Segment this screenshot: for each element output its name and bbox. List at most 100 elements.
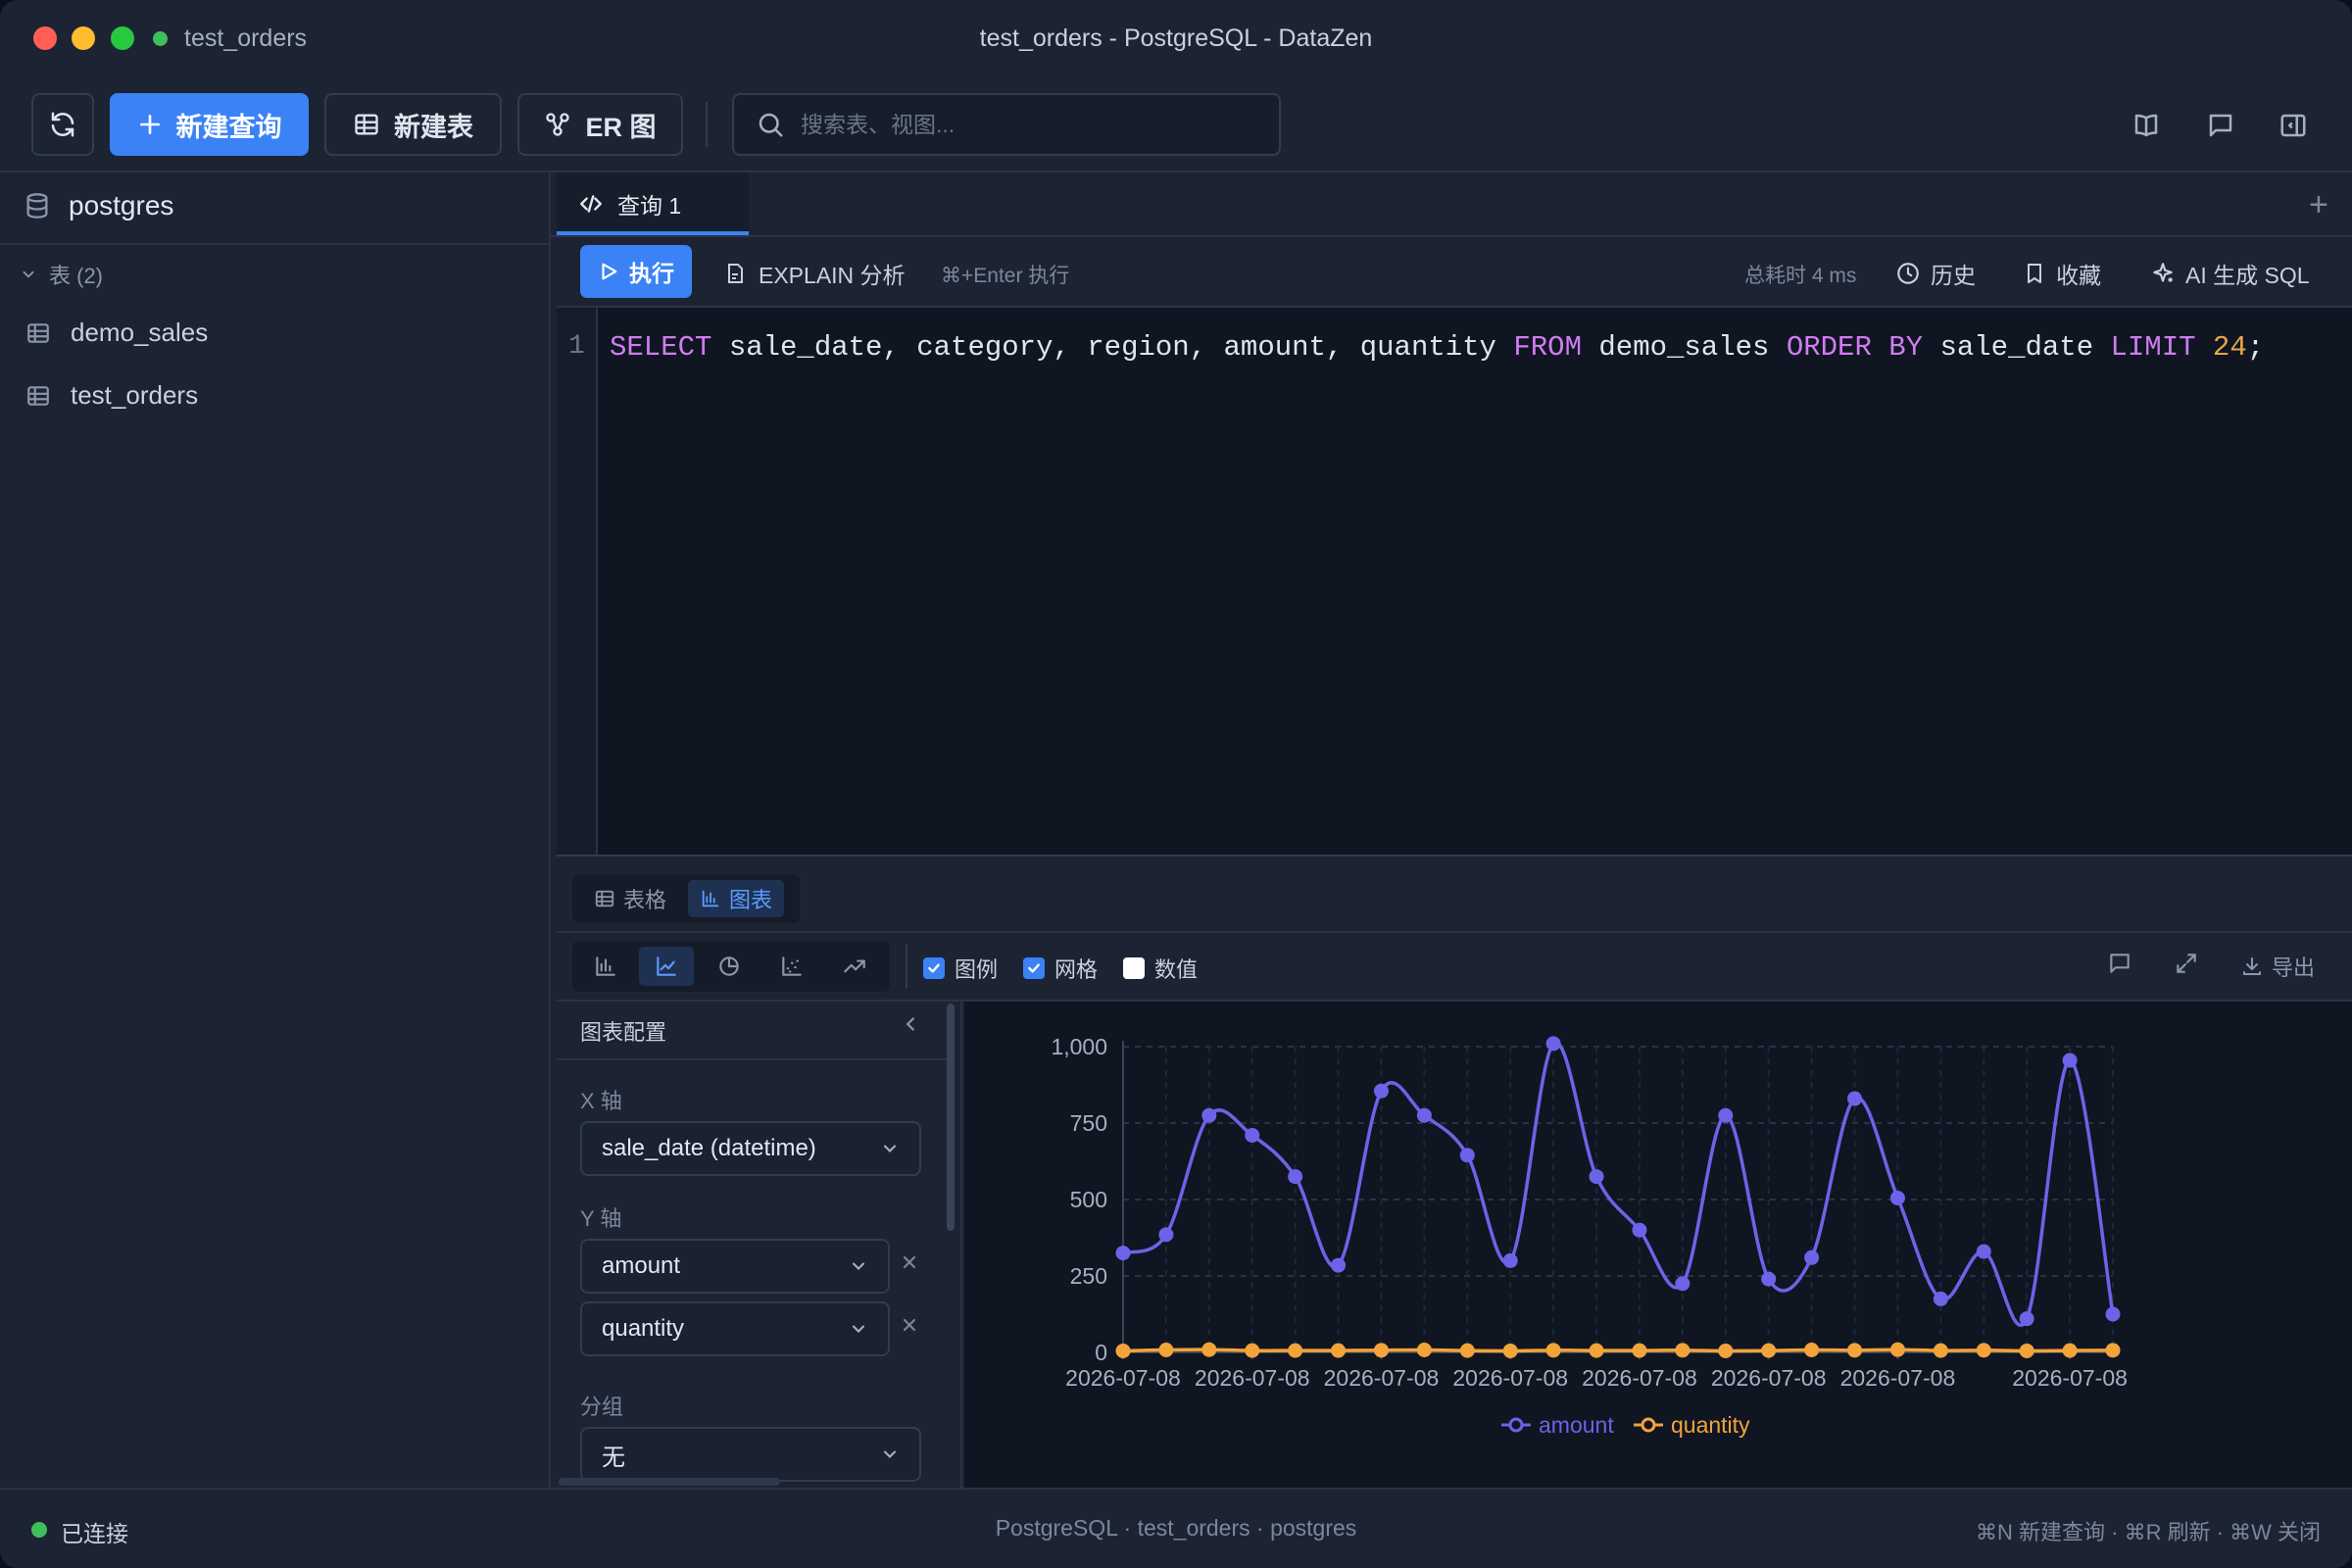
sql-keyword: FROM — [1513, 331, 1582, 364]
y-axis-select-quantity[interactable]: quantity — [580, 1301, 890, 1356]
chart-type-pie[interactable] — [702, 947, 757, 986]
search-input[interactable] — [801, 111, 1251, 138]
legend-checkbox[interactable] — [923, 957, 945, 979]
er-diagram-button[interactable]: ER 图 — [517, 93, 683, 156]
data-point-quantity — [1416, 1343, 1432, 1358]
data-point-quantity — [1675, 1343, 1690, 1358]
x-tick-label: 2026-07-08 — [1452, 1365, 1568, 1391]
chart-type-trend[interactable] — [827, 947, 882, 986]
run-shortcut-hint: ⌘+Enter 执行 — [941, 265, 1070, 287]
elapsed-time: 总耗时 4 ms — [1744, 265, 1857, 287]
sql-code-line[interactable]: SELECT sale_date, category, region, amou… — [610, 331, 2264, 364]
values-checkbox[interactable] — [1123, 957, 1145, 979]
sidebar-separator — [0, 243, 549, 245]
grid-checkbox[interactable] — [1023, 957, 1045, 979]
chevron-down-icon — [883, 1145, 897, 1152]
window-title: test_orders - PostgreSQL - DataZen — [979, 24, 1373, 52]
data-point-amount — [1675, 1276, 1690, 1292]
chart-type-scatter[interactable] — [764, 947, 819, 986]
close-icon — [903, 1318, 916, 1332]
data-point-quantity — [1847, 1343, 1863, 1358]
export-button[interactable]: 导出 — [2240, 951, 2315, 982]
expand-icon — [2177, 954, 2196, 973]
y-axis-select-amount[interactable]: amount — [580, 1239, 890, 1294]
data-point-quantity — [1976, 1343, 1991, 1358]
series-line-quantity — [1122, 1348, 2114, 1353]
data-point-quantity — [1201, 1342, 1217, 1357]
close-icon — [903, 1255, 916, 1269]
config-chart-divider — [960, 1002, 962, 1490]
run-label: 执行 — [629, 261, 674, 286]
chart-comment-button[interactable] — [2107, 951, 2132, 976]
values-toggle[interactable]: 数值 — [1123, 953, 1198, 984]
new-tab-button[interactable]: + — [2309, 186, 2328, 224]
config-header-separator — [557, 1058, 947, 1060]
collapse-config-button[interactable] — [900, 1013, 921, 1040]
chat-icon — [2209, 114, 2232, 137]
data-point-amount — [1632, 1222, 1647, 1238]
favorites-button[interactable]: 收藏 — [2023, 257, 2101, 290]
data-point-quantity — [2105, 1343, 2121, 1358]
y-tick-label: 1,000 — [1051, 1034, 1107, 1059]
remove-amount-button[interactable] — [900, 1251, 919, 1279]
chart-config-title: 图表配置 — [580, 1020, 667, 1045]
group-select[interactable]: 无 — [580, 1427, 921, 1482]
x-axis-select[interactable]: sale_date (datetime) — [580, 1121, 921, 1176]
tab-query-1[interactable]: 查询 1 — [557, 172, 749, 235]
database-item[interactable]: postgres — [24, 190, 173, 221]
explain-button[interactable]: EXPLAIN 分析 — [723, 257, 906, 290]
y-tick-label: 250 — [1070, 1263, 1107, 1289]
sidebar — [0, 172, 549, 1490]
data-point-amount — [1158, 1227, 1174, 1243]
chart-type-line[interactable] — [639, 947, 694, 986]
data-point-amount — [2062, 1053, 2078, 1068]
sidebar-item-demo-sales[interactable]: demo_sales — [25, 318, 208, 348]
x-tick-label: 2026-07-08 — [1324, 1365, 1440, 1391]
line-number: 1 — [568, 331, 585, 362]
chart-type-bar[interactable] — [578, 947, 633, 986]
legend-toggle[interactable]: 图例 — [923, 953, 998, 984]
grid-toggle[interactable]: 网格 — [1023, 953, 1098, 984]
ai-generate-sql-button[interactable]: AI 生成 SQL — [2150, 257, 2310, 290]
app-window: test_orders test_orders - PostgreSQL - D… — [0, 0, 2352, 1568]
tables-section-toggle[interactable]: 表 (2) — [20, 259, 103, 290]
y-axis-label: Y 轴 — [580, 1206, 622, 1231]
data-point-amount — [1545, 1036, 1561, 1052]
refresh-button[interactable] — [31, 93, 94, 156]
sql-keyword: ORDER BY — [1786, 331, 1924, 364]
feedback-button[interactable] — [2201, 106, 2240, 145]
pie-chart-icon — [719, 956, 739, 976]
tab-table-label: 表格 — [623, 888, 667, 912]
tab-table-view[interactable]: 表格 — [582, 880, 678, 917]
editor-results-splitter[interactable] — [557, 855, 2352, 857]
config-scrollbar[interactable] — [947, 1004, 955, 1231]
data-point-quantity — [2062, 1343, 2078, 1358]
clock-icon — [1897, 263, 1919, 284]
history-button[interactable]: 历史 — [1895, 257, 1976, 290]
run-button[interactable]: 执行 — [580, 245, 692, 298]
data-point-quantity — [1933, 1343, 1948, 1358]
series-line-amount — [1122, 1041, 2115, 1327]
y-tick-label: 500 — [1070, 1187, 1107, 1212]
group-value: 无 — [602, 1444, 625, 1471]
new-query-button[interactable]: 新建查询 — [110, 93, 309, 156]
data-point-amount — [2105, 1306, 2121, 1322]
x-tick-label: 2026-07-08 — [1840, 1365, 1956, 1391]
panel-toggle-icon — [2280, 114, 2306, 137]
group-label: 分组 — [580, 1395, 624, 1419]
toggle-panel-button[interactable] — [2274, 106, 2313, 145]
docs-button[interactable] — [2127, 106, 2166, 145]
data-point-amount — [1889, 1190, 1905, 1205]
bar-chart-icon — [702, 890, 719, 907]
tab-chart-view[interactable]: 图表 — [688, 880, 785, 917]
sidebar-item-test-orders[interactable]: test_orders — [25, 380, 198, 411]
new-table-button[interactable]: 新建表 — [324, 93, 502, 156]
chevron-down-icon — [883, 1450, 897, 1458]
fullscreen-button[interactable] — [2174, 951, 2199, 976]
sql-editor[interactable] — [557, 308, 2352, 855]
search-box[interactable] — [732, 93, 1281, 156]
explain-label: EXPLAIN 分析 — [759, 263, 906, 288]
data-point-amount — [1459, 1148, 1475, 1163]
config-horizontal-scrollbar[interactable] — [559, 1478, 780, 1486]
remove-quantity-button[interactable] — [900, 1314, 919, 1342]
